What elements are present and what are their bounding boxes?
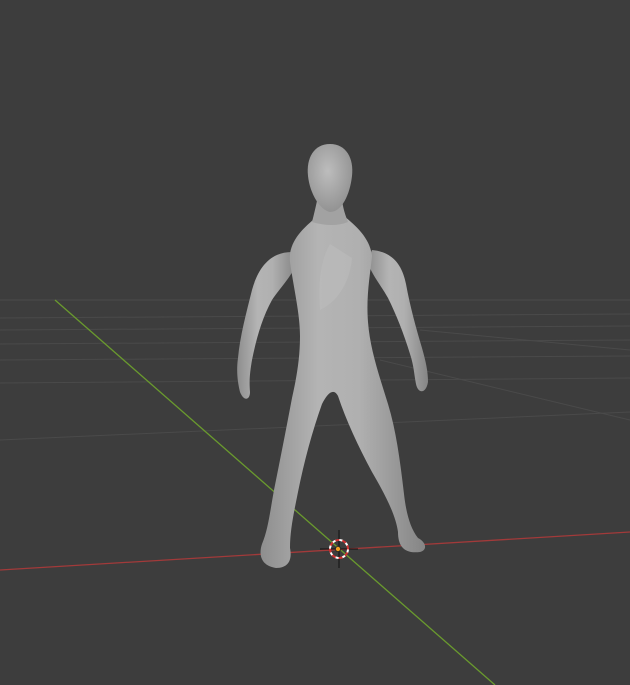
viewport-canvas[interactable] [0,0,630,685]
3d-viewport[interactable] [0,0,630,685]
head [307,144,353,212]
left-arm [237,252,296,399]
humanoid-mesh[interactable] [237,144,428,568]
object-origin-icon [334,546,341,553]
x-axis-line [0,531,630,571]
